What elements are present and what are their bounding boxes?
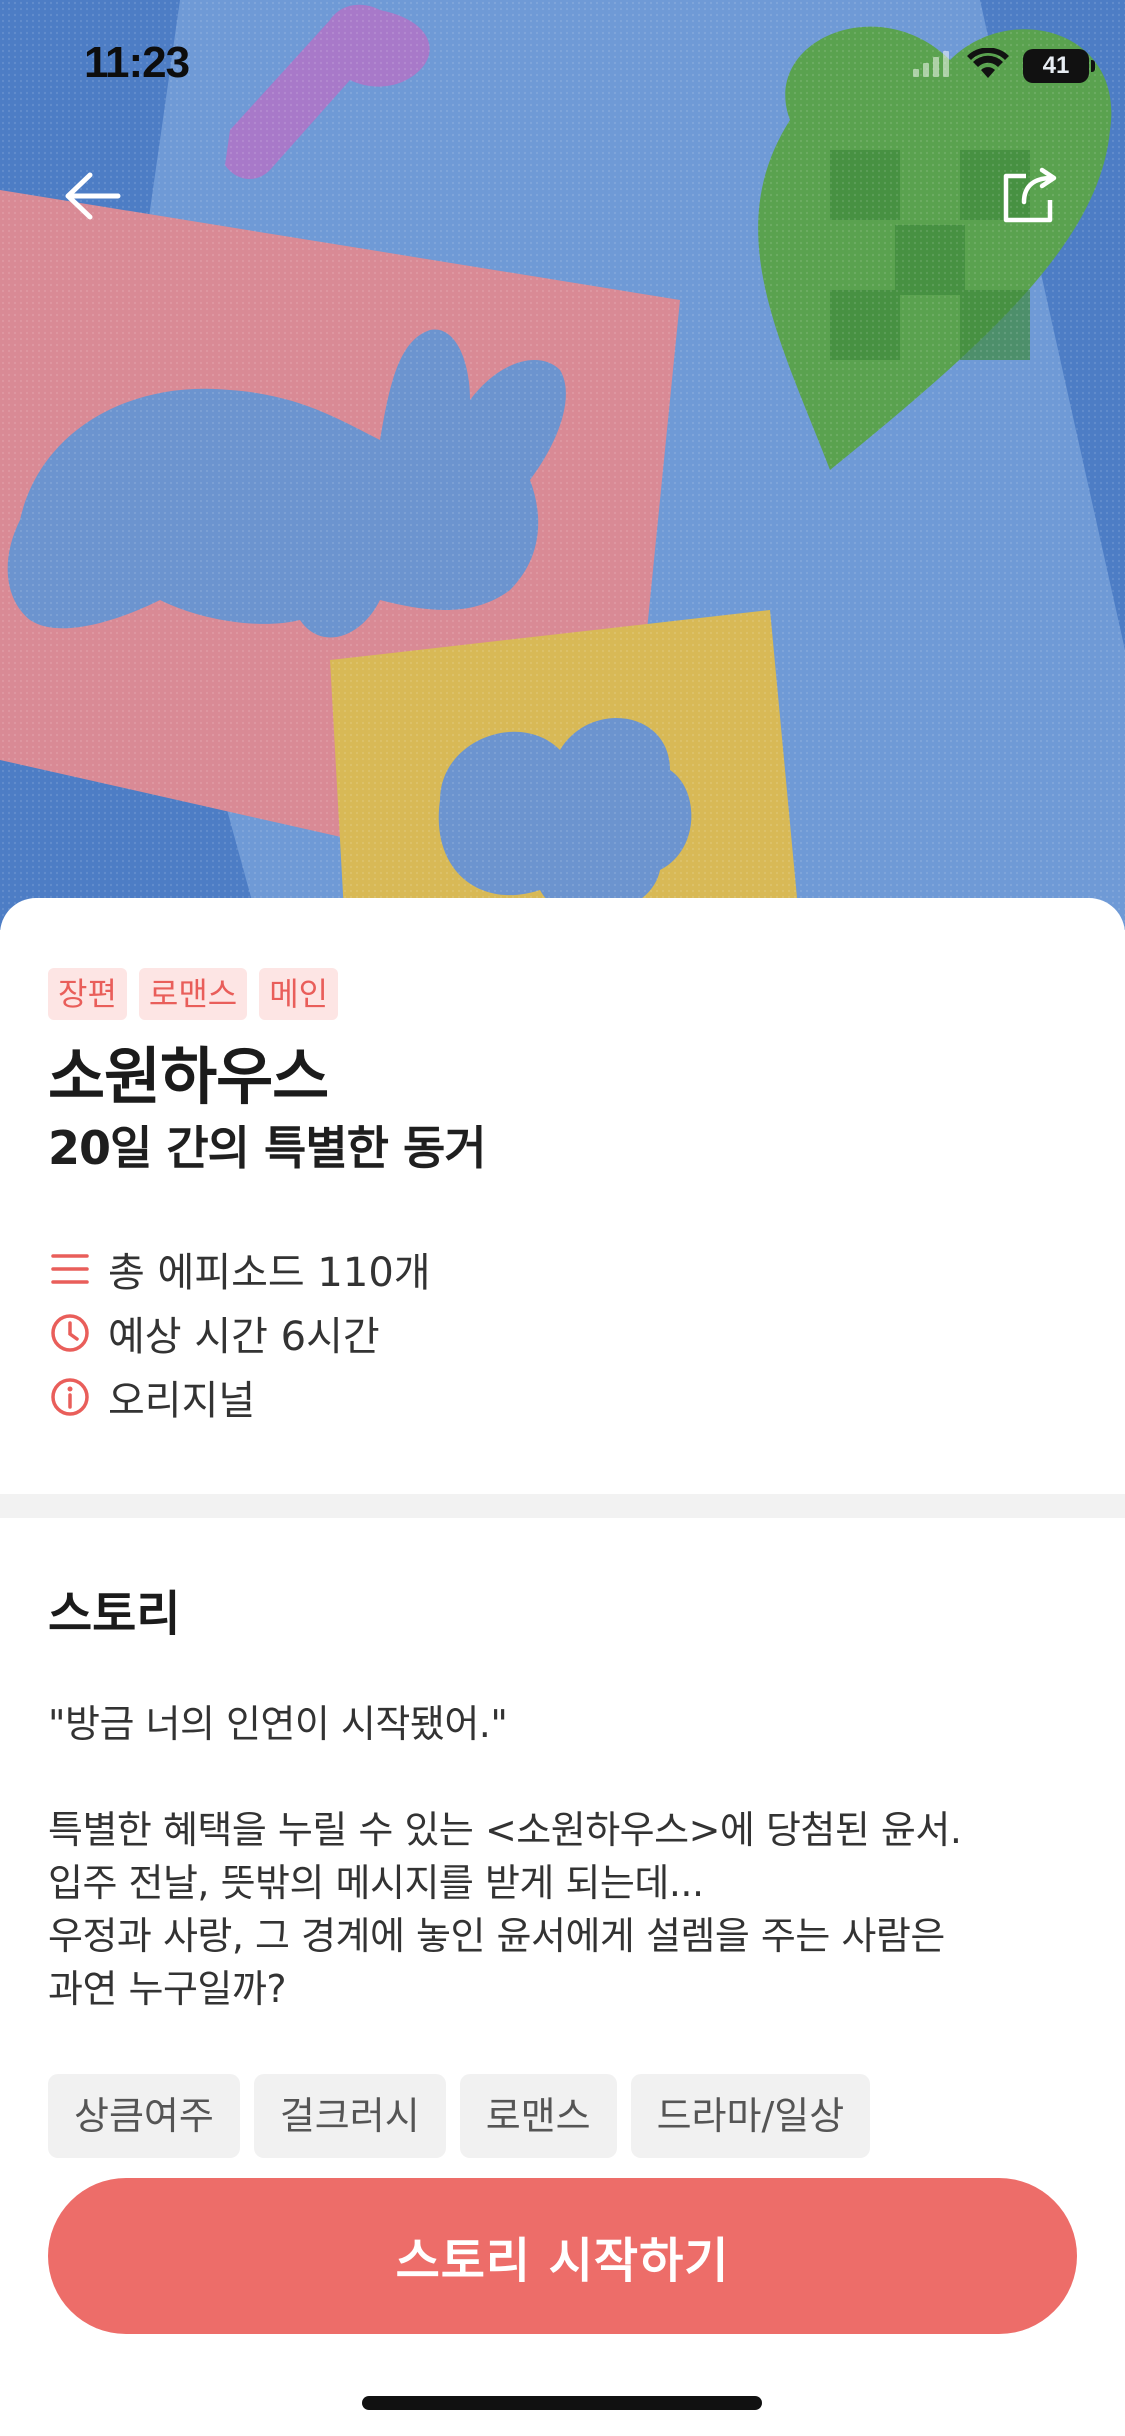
- cover-illustration: [0, 0, 1125, 930]
- wifi-icon: [967, 47, 1009, 84]
- badge-list: 장편 로맨스 메인: [48, 968, 339, 1020]
- meta-time: 예상 시간 6시간: [48, 1304, 380, 1362]
- story-quote: "방금 너의 인연이 시작됐어.": [48, 1702, 508, 1746]
- meta-type: 오리지널: [48, 1368, 255, 1426]
- tag-item[interactable]: 걸크러시: [253, 2074, 446, 2158]
- story-heading: 스토리: [48, 1586, 181, 1642]
- clock-icon: [48, 1311, 92, 1355]
- story-line-3: 우정과 사랑, 그 경계에 놓인 윤서에게 설렘을 주는 사람은: [48, 1914, 945, 1958]
- tag-list: 상큼여주 걸크러시 로맨스 드라마/일상: [48, 2074, 1088, 2158]
- story-line-4: 과연 누구일까?: [48, 1967, 287, 2011]
- status-time: 11:23: [84, 38, 190, 87]
- share-button[interactable]: [980, 148, 1080, 248]
- meta-episodes: 총 에피소드 110개: [48, 1240, 431, 1298]
- back-button[interactable]: [42, 148, 142, 248]
- status-icons: 41: [913, 46, 1095, 86]
- home-indicator: [362, 2396, 762, 2410]
- badge-main: 메인: [259, 968, 339, 1020]
- tag-item[interactable]: 상큼여주: [48, 2074, 240, 2158]
- page-subtitle: 20일 간의 특별한 동거: [48, 1121, 487, 1175]
- arrow-left-icon: [62, 171, 122, 225]
- battery-icon: 41: [1023, 49, 1095, 83]
- cover-image: 11:23 41: [0, 0, 1125, 930]
- section-divider: [0, 1494, 1125, 1518]
- start-story-button[interactable]: 스토리 시작하기: [48, 2178, 1077, 2334]
- info-icon: [48, 1375, 92, 1419]
- list-icon: [48, 1247, 92, 1291]
- story-line-1: 특별한 혜택을 누릴 수 있는 <소원하우스>에 당첨된 윤서.: [48, 1808, 962, 1852]
- meta-time-text: 예상 시간 6시간: [108, 1314, 380, 1360]
- tag-item[interactable]: 드라마/일상: [630, 2074, 871, 2158]
- signal-icon: [913, 51, 953, 81]
- page-title: 소원하우스: [48, 1040, 329, 1113]
- meta-type-text: 오리지널: [108, 1378, 256, 1424]
- tag-item[interactable]: 로맨스: [459, 2074, 617, 2158]
- share-icon: [1000, 166, 1060, 230]
- badge-length: 장편: [48, 968, 127, 1020]
- badge-genre: 로맨스: [138, 968, 248, 1020]
- story-line-2: 입주 전날, 뜻밖의 메시지를 받게 되는데...: [48, 1861, 704, 1905]
- meta-episodes-text: 총 에피소드 110개: [108, 1250, 431, 1296]
